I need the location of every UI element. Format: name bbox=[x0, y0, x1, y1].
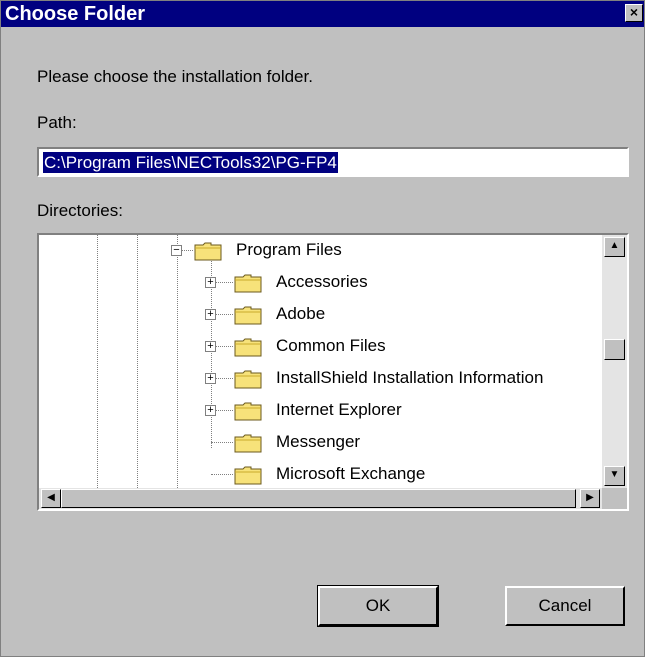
up-arrow-icon: ▲ bbox=[609, 240, 620, 251]
expand-icon[interactable]: + bbox=[205, 341, 216, 352]
tree-item-label: Accessories bbox=[276, 272, 368, 291]
vertical-scrollbar[interactable]: ▲ ▼ bbox=[602, 235, 627, 488]
folder-icon bbox=[234, 370, 262, 389]
tree-item-label: Program Files bbox=[236, 240, 342, 259]
expand-icon[interactable]: + bbox=[205, 277, 216, 288]
vertical-scroll-thumb[interactable] bbox=[604, 339, 625, 360]
tree-guide-line bbox=[177, 235, 178, 488]
expand-icon[interactable]: + bbox=[205, 309, 216, 320]
scroll-down-button[interactable]: ▼ bbox=[604, 466, 625, 486]
cancel-button[interactable]: Cancel bbox=[505, 586, 625, 626]
tree-item-label: InstallShield Installation Information bbox=[276, 368, 544, 387]
folder-icon bbox=[234, 274, 262, 293]
tree-view: − Program Files + Accessories + Adobe + … bbox=[39, 235, 602, 488]
horizontal-scroll-thumb[interactable] bbox=[61, 489, 576, 508]
close-icon: × bbox=[629, 4, 639, 20]
horizontal-scrollbar[interactable]: ◀ ▶ bbox=[39, 488, 602, 509]
tree-item-label: Microsoft Exchange bbox=[276, 464, 426, 483]
title-bar[interactable]: Choose Folder × bbox=[1, 1, 644, 27]
path-label: Path: bbox=[37, 113, 77, 132]
directories-label: Directories: bbox=[37, 201, 123, 220]
tree-guide-line bbox=[137, 235, 138, 488]
tree-item-label: Internet Explorer bbox=[276, 400, 402, 419]
folder-icon bbox=[234, 338, 262, 357]
tree-guide-line bbox=[97, 235, 98, 488]
dialog-title: Choose Folder bbox=[5, 3, 146, 25]
folder-icon bbox=[194, 242, 222, 261]
folder-icon bbox=[234, 306, 262, 325]
ok-button[interactable]: OK bbox=[317, 585, 439, 627]
scroll-left-button[interactable]: ◀ bbox=[41, 489, 61, 508]
close-button[interactable]: × bbox=[625, 4, 643, 22]
scroll-up-button[interactable]: ▲ bbox=[604, 237, 625, 257]
folder-icon bbox=[234, 402, 262, 421]
left-arrow-icon: ◀ bbox=[47, 492, 55, 503]
folder-icon bbox=[234, 434, 262, 453]
folder-icon bbox=[234, 466, 262, 485]
down-arrow-icon: ▼ bbox=[609, 469, 620, 480]
expand-icon[interactable]: + bbox=[205, 405, 216, 416]
expand-icon[interactable]: + bbox=[205, 373, 216, 384]
right-arrow-icon: ▶ bbox=[586, 492, 594, 503]
path-value: C:\Program Files\NECTools32\PG-FP4 bbox=[43, 152, 338, 173]
path-input[interactable]: C:\Program Files\NECTools32\PG-FP4 bbox=[37, 147, 629, 177]
tree-item-label: Messenger bbox=[276, 432, 361, 451]
tree-item-label: Adobe bbox=[276, 304, 326, 323]
scroll-right-button[interactable]: ▶ bbox=[580, 489, 600, 508]
scrollbar-corner bbox=[602, 488, 627, 509]
instruction-text: Please choose the installation folder. bbox=[37, 67, 313, 86]
choose-folder-dialog: Choose Folder × Please choose the instal… bbox=[0, 0, 645, 657]
collapse-icon[interactable]: − bbox=[171, 245, 182, 256]
directories-tree[interactable]: − Program Files + Accessories + Adobe + … bbox=[37, 233, 629, 511]
tree-item-label: Common Files bbox=[276, 336, 386, 355]
